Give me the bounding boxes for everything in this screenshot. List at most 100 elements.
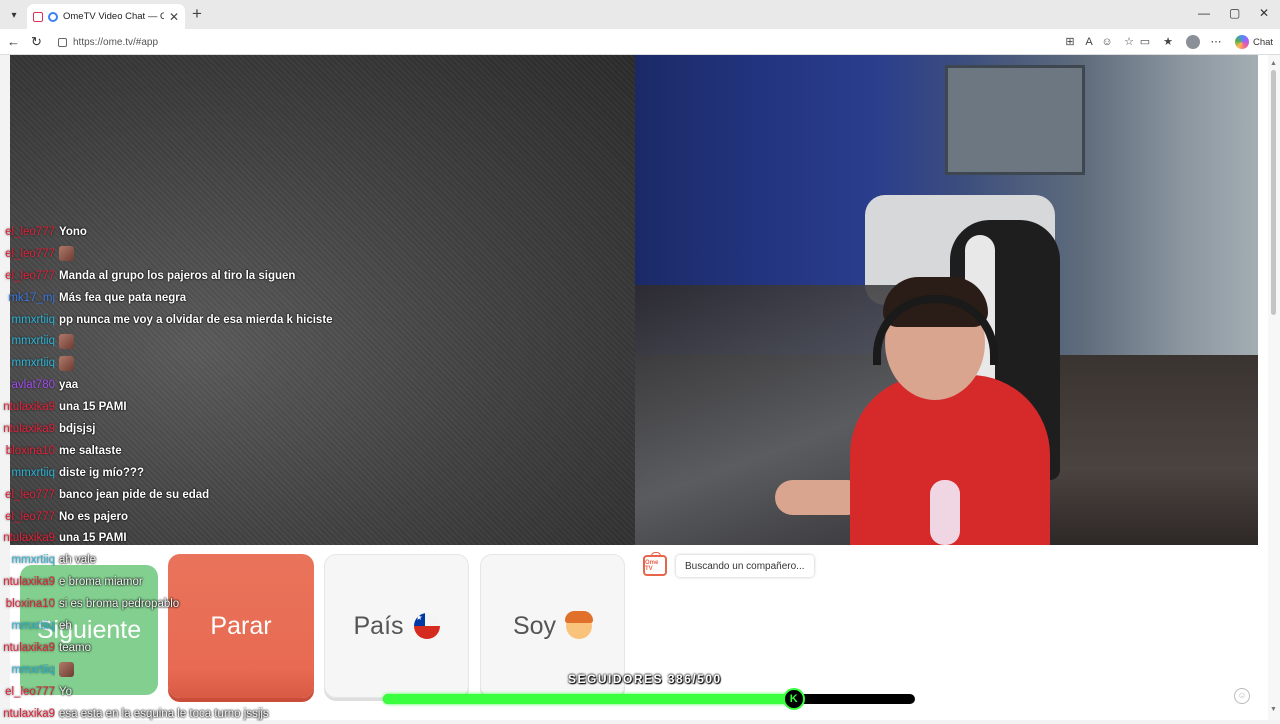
chat-username: mmxrtiiq — [11, 619, 55, 632]
maximize-button[interactable]: ▢ — [1229, 6, 1240, 20]
chat-message: ntulaxika9 una 15 PAMI — [0, 527, 340, 549]
chat-text: esa esta en la esquina le toca turno jss… — [59, 707, 269, 720]
bottle — [930, 480, 960, 545]
scroll-down-icon[interactable]: ▼ — [1270, 706, 1277, 713]
chat-username: mmxrtiiq — [11, 313, 55, 326]
chat-text: si es broma pedropablo — [59, 598, 180, 611]
chat-text: eh — [59, 619, 72, 632]
follower-goal-label: SEGUIDORES 386/500 — [568, 672, 722, 686]
chat-message: bloxina10 me saltaste — [0, 440, 340, 462]
emoji-picker-icon[interactable]: ☺ — [1234, 688, 1250, 704]
chat-message: el_leo777 Yo — [0, 681, 340, 703]
chat-message: ntulaxika9 e broma miamor — [0, 571, 340, 593]
copilot-icon[interactable] — [1235, 35, 1249, 49]
chat-message: el_leo777 No es pajero — [0, 506, 340, 528]
chat-text: diste ig mío??? — [59, 466, 144, 479]
new-tab-button[interactable]: + — [192, 4, 202, 24]
site-info-icon[interactable] — [58, 37, 67, 47]
chat-text: Yono — [59, 225, 87, 238]
chat-text: me saltaste — [59, 444, 122, 457]
kick-logo-icon: K — [782, 688, 805, 710]
chat-text: banco jean pide de su edad — [59, 488, 210, 501]
chat-emote-icon — [59, 662, 74, 678]
ometv-logo-icon: Ome TV — [643, 552, 667, 576]
favorite-star-icon[interactable]: ☆ — [1123, 36, 1135, 48]
chat-username: avlat780 — [11, 379, 55, 392]
tab-close-icon[interactable]: ✕ — [169, 10, 179, 24]
chat-username: ntulaxika9 — [3, 401, 55, 414]
chat-message: mmxrtiiq — [0, 352, 340, 374]
address-bar[interactable]: https://ome.tv/#app — [52, 32, 1052, 52]
chat-username: bloxina10 — [5, 444, 55, 457]
scroll-up-icon[interactable]: ▲ — [1270, 60, 1277, 67]
split-screen-icon[interactable]: ▭ — [1139, 36, 1151, 48]
chat-text: Más fea que pata negra — [59, 291, 187, 304]
close-window-button[interactable]: ✕ — [1259, 6, 1269, 20]
address-toolbar: ← ↻ https://ome.tv/#app ⊞ A ☺ ☆ ▭ ★ ⋯ Ch… — [0, 29, 1280, 55]
chat-username: ntulaxika9 — [3, 707, 55, 720]
chat-message: mk17_mj Más fea que pata negra — [0, 287, 340, 309]
stream-chat-overlay: el_leo777 Yono el_leo777 el_leo777 Manda al … — [0, 221, 340, 724]
chat-message: mmxrtiiq pp nunca me voy a olvidar de esa… — [0, 309, 340, 331]
active-tab[interactable]: OmeTV Video Chat — Omegle ✕ — [27, 4, 185, 29]
self-camera-video — [635, 55, 1258, 545]
scrollbar-thumb[interactable] — [1271, 70, 1276, 315]
chat-text: teamo — [59, 641, 91, 654]
chat-username: el_leo777 — [5, 247, 55, 260]
chat-text: e broma miamor — [59, 576, 143, 589]
profile-avatar[interactable] — [1186, 35, 1200, 49]
gender-button-label: Soy — [512, 611, 557, 640]
chat-text: Yo — [59, 685, 73, 698]
chat-username: mk17_mj — [8, 291, 55, 304]
chat-message: mmxrtiiq eh — [0, 615, 340, 637]
follower-goal-fill — [383, 694, 794, 704]
chat-username: ntulaxika9 — [3, 576, 55, 589]
chat-username: ntulaxika9 — [3, 641, 55, 654]
chat-username: mmxrtiiq — [11, 663, 55, 676]
refresh-icon[interactable]: ↻ — [31, 34, 42, 50]
chat-emote-icon — [59, 333, 74, 349]
chat-username: mmxrtiiq — [11, 357, 55, 370]
tab-actions-menu-icon[interactable]: ▾ — [4, 5, 24, 25]
chile-flag-icon — [413, 613, 440, 639]
ometv-favicon-icon — [48, 11, 58, 22]
country-button[interactable]: País — [324, 554, 469, 698]
translate-icon[interactable]: A — [1083, 36, 1095, 48]
chat-username: mmxrtiiq — [11, 466, 55, 479]
extensions-icon[interactable]: ☺ — [1101, 36, 1113, 48]
url-text[interactable]: https://ome.tv/#app — [73, 37, 158, 48]
chat-message: mmxrtiiq diste ig mío??? — [0, 462, 340, 484]
chat-message: ntulaxika9 bdjsjsj — [0, 418, 340, 440]
app-available-icon[interactable]: ⊞ — [1064, 36, 1076, 48]
chat-message: mmxrtiiq ah vale — [0, 549, 340, 571]
chat-message: el_leo777 banco jean pide de su edad — [0, 484, 340, 506]
more-menu-icon[interactable]: ⋯ — [1210, 36, 1222, 48]
chat-text: yaa — [59, 379, 79, 392]
favorites-icon[interactable]: ★ — [1162, 36, 1174, 48]
chat-text: una 15 PAMI — [59, 401, 127, 414]
copilot-chat-button[interactable]: Chat — [1253, 37, 1273, 48]
chat-text: Manda al grupo los pajeros al tiro la si… — [59, 269, 296, 282]
chat-username: el_leo777 — [5, 225, 55, 238]
chat-message: avlat780 yaa — [0, 374, 340, 396]
tab-group-icon — [33, 11, 43, 22]
back-arrow-icon[interactable]: ← — [7, 34, 20, 49]
boy-face-icon — [565, 611, 594, 639]
chat-text: una 15 PAMI — [59, 532, 127, 545]
chat-message: el_leo777 — [0, 243, 340, 265]
chat-text: ah vale — [59, 554, 97, 567]
chat-emote-icon — [59, 246, 74, 262]
country-button-label: País — [353, 611, 404, 640]
chat-username: ntulaxika9 — [3, 532, 55, 545]
chat-message: el_leo777 Yono — [0, 221, 340, 243]
minimize-button[interactable]: — — [1198, 6, 1210, 20]
chat-username: el_leo777 — [5, 488, 55, 501]
chat-message: mmxrtiiq — [0, 330, 340, 352]
chat-text: pp nunca me voy a olvidar de esa mierda … — [59, 313, 333, 326]
chat-username: bloxina10 — [5, 598, 55, 611]
chat-username: mmxrtiiq — [11, 554, 55, 567]
chat-username: el_leo777 — [5, 510, 55, 523]
chat-username: el_leo777 — [5, 269, 55, 282]
status-message: Buscando un compañero... — [676, 555, 814, 577]
chat-message: ntulaxika9 esa esta en la esquina le toca… — [0, 703, 340, 724]
